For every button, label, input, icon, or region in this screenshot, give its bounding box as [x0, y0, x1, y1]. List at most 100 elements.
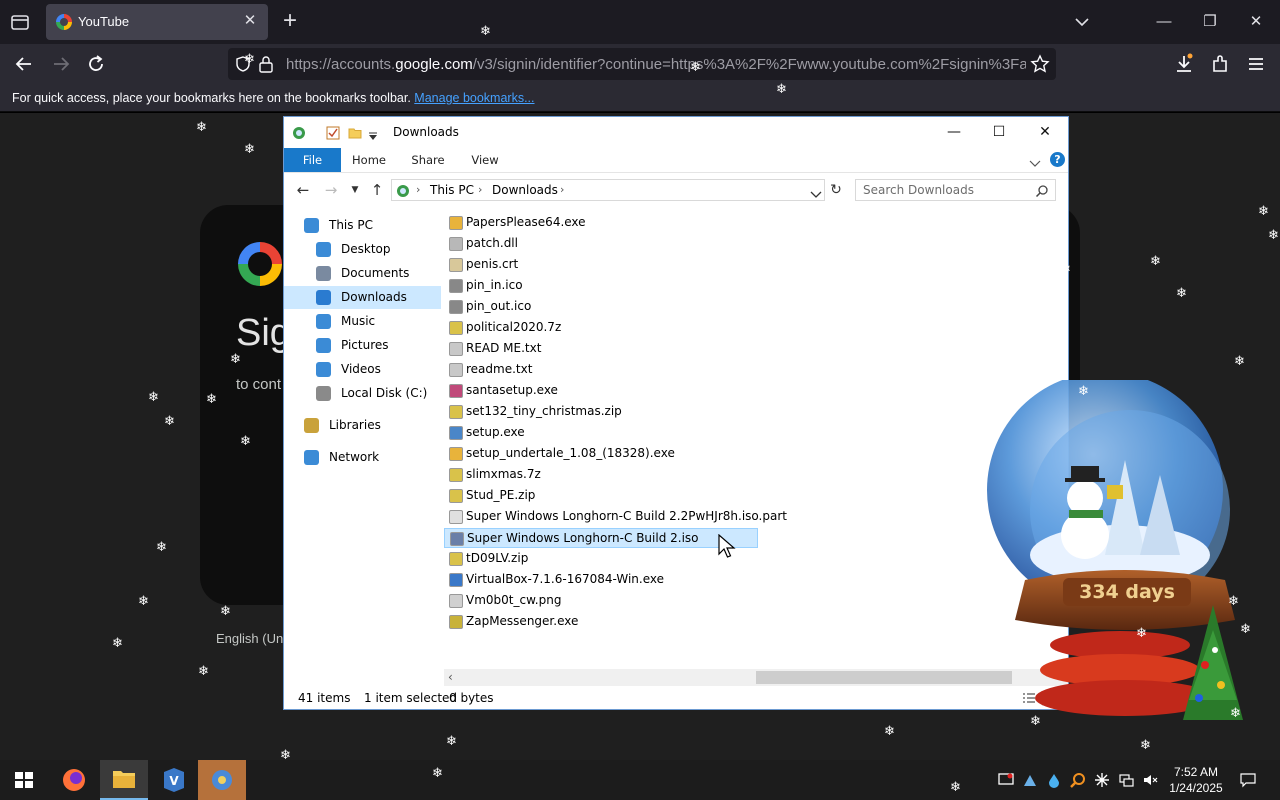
explorer-app-icon[interactable] [292, 125, 306, 139]
new-folder-icon[interactable] [348, 125, 362, 139]
manage-bookmarks-link[interactable]: Manage bookmarks... [414, 91, 534, 105]
taskbar: V 7:52 AM 1/24/2025 [0, 760, 1280, 800]
dll-icon [449, 237, 463, 251]
ribbon-tab-share[interactable]: Share [404, 148, 452, 172]
horizontal-scrollbar[interactable]: ‹ [444, 669, 1068, 686]
ico-icon [449, 300, 463, 314]
minimize-icon[interactable]: — [1152, 10, 1176, 34]
recent-locations-icon[interactable]: ▼ [346, 181, 364, 199]
file-list-item[interactable]: penis.crt [444, 255, 758, 275]
ribbon-tab-home[interactable]: Home [346, 148, 392, 172]
tray-snowflake-icon[interactable] [1094, 772, 1110, 788]
qat-dropdown-icon[interactable] [368, 127, 382, 141]
file-list-item[interactable]: patch.dll [444, 234, 758, 254]
nav-item-downloads[interactable]: Downloads [284, 286, 441, 309]
downloads-icon[interactable] [1172, 52, 1196, 76]
breadcrumb-separator-icon[interactable]: › [478, 183, 482, 196]
nav-item-network[interactable]: Network [284, 446, 441, 469]
file-list-item[interactable]: Stud_PE.zip [444, 486, 758, 506]
file-list-item[interactable]: santasetup.exe [444, 381, 758, 401]
tray-drop-icon[interactable] [1046, 772, 1062, 788]
ribbon-expand-icon[interactable] [1029, 154, 1041, 173]
tab-list-icon[interactable] [8, 10, 32, 34]
app-taskbar-icon[interactable] [198, 760, 246, 800]
breadcrumb-this-pc[interactable]: This PC [430, 183, 474, 197]
browser-tab-youtube[interactable]: YouTube ✕ [46, 4, 268, 40]
new-tab-button[interactable]: + [278, 8, 302, 36]
tray-network-app-icon[interactable] [1022, 772, 1038, 788]
file-list-item[interactable]: slimxmas.7z [444, 465, 758, 485]
extensions-icon[interactable] [1208, 52, 1232, 76]
address-dropdown-icon[interactable] [810, 185, 822, 204]
ribbon-tab-view[interactable]: View [464, 148, 506, 172]
breadcrumb-separator-icon[interactable]: › [416, 183, 420, 196]
file-list-item[interactable]: political2020.7z [444, 318, 758, 338]
file-list-item[interactable]: PapersPlease64.exe [444, 213, 758, 233]
scroll-left-icon[interactable]: ‹ [448, 669, 453, 686]
nav-item-pictures[interactable]: Pictures [284, 334, 441, 357]
help-icon[interactable]: ? [1050, 152, 1065, 167]
nav-item-local-disk-c[interactable]: Local Disk (C:) [284, 382, 441, 405]
file-list-item[interactable]: Super Windows Longhorn-C Build 2.2PwHJr8… [444, 507, 787, 527]
explorer-forward-icon[interactable]: → [322, 181, 340, 199]
file-explorer-window: Downloads — ☐ ✕ File Home Share View ? ←… [283, 116, 1069, 710]
file-list-item[interactable]: set132_tiny_christmas.zip [444, 402, 758, 422]
notification-center-icon[interactable] [1240, 772, 1256, 788]
nav-item-this-pc[interactable]: This PC [284, 214, 441, 237]
nav-item-videos[interactable]: Videos [284, 358, 441, 381]
file-list-item[interactable]: Super Windows Longhorn-C Build 2.iso [444, 528, 758, 548]
nav-item-libraries[interactable]: Libraries [284, 414, 441, 437]
search-input[interactable]: Search Downloads [855, 179, 1056, 201]
tab-close-icon[interactable]: ✕ [240, 11, 260, 31]
taskbar-clock[interactable]: 7:52 AM 1/24/2025 [1166, 764, 1226, 796]
file-list-item[interactable]: pin_out.ico [444, 297, 758, 317]
scrollbar-thumb[interactable] [756, 671, 1012, 684]
nav-item-music[interactable]: Music [284, 310, 441, 333]
language-selector[interactable]: English (Unit [216, 631, 290, 646]
nav-item-desktop[interactable]: Desktop [284, 238, 441, 261]
file-list-item[interactable]: READ ME.txt [444, 339, 758, 359]
chevron-down-icon[interactable] [1072, 12, 1092, 32]
restore-icon[interactable]: ❐ [1198, 10, 1222, 34]
refresh-icon[interactable]: ↻ [826, 181, 846, 199]
nav-item-documents[interactable]: Documents [284, 262, 441, 285]
tray-monitor-icon[interactable] [998, 772, 1014, 788]
tracking-shield-icon[interactable] [234, 55, 252, 78]
file-list-item[interactable]: ZapMessenger.exe [444, 612, 758, 632]
tray-network-icon[interactable] [1118, 772, 1134, 788]
file-list-item[interactable]: setup.exe [444, 423, 758, 443]
firefox-taskbar-icon[interactable] [50, 760, 98, 800]
search-icon[interactable] [1035, 183, 1049, 202]
tray-search-icon[interactable] [1070, 772, 1086, 788]
address-bar[interactable]: › This PC › Downloads › [391, 179, 825, 201]
file-list-item[interactable]: VirtualBox-7.1.6-167084-Win.exe [444, 570, 758, 590]
lock-icon[interactable] [258, 55, 274, 78]
ribbon-tab-file[interactable]: File [284, 148, 341, 172]
explorer-close-icon[interactable]: ✕ [1022, 117, 1068, 147]
file-list-item[interactable]: Vm0b0t_cw.png [444, 591, 758, 611]
url-text[interactable]: https://accounts.google.com/v3/signin/id… [286, 56, 1026, 73]
breadcrumb-separator-icon[interactable]: › [560, 183, 564, 196]
tray-volume-muted-icon[interactable] [1142, 772, 1158, 788]
forward-icon[interactable] [49, 52, 73, 76]
breadcrumb-downloads[interactable]: Downloads [492, 183, 558, 197]
virtualbox-taskbar-icon[interactable]: V [150, 760, 198, 800]
reload-icon[interactable] [84, 52, 108, 76]
file-explorer-taskbar-icon[interactable] [100, 760, 148, 800]
explorer-back-icon[interactable]: ← [294, 181, 312, 199]
file-list-item[interactable]: tD09LV.zip [444, 549, 758, 569]
snow-globe-countdown-widget[interactable]: 334 days [985, 372, 1245, 750]
bookmark-star-icon[interactable] [1030, 54, 1050, 79]
url-bar[interactable]: https://accounts.google.com/v3/signin/id… [228, 48, 1056, 80]
menu-icon[interactable] [1244, 52, 1268, 76]
explorer-maximize-icon[interactable]: ☐ [976, 117, 1022, 147]
file-list-item[interactable]: pin_in.ico [444, 276, 758, 296]
explorer-minimize-icon[interactable]: — [931, 117, 977, 147]
properties-icon[interactable] [326, 125, 340, 140]
back-icon[interactable] [12, 52, 36, 76]
close-icon[interactable]: ✕ [1244, 10, 1268, 34]
start-button[interactable] [0, 760, 48, 800]
file-list-item[interactable]: readme.txt [444, 360, 758, 380]
up-folder-icon[interactable]: ↑ [368, 181, 386, 199]
file-list-item[interactable]: setup_undertale_1.08_(18328).exe [444, 444, 758, 464]
